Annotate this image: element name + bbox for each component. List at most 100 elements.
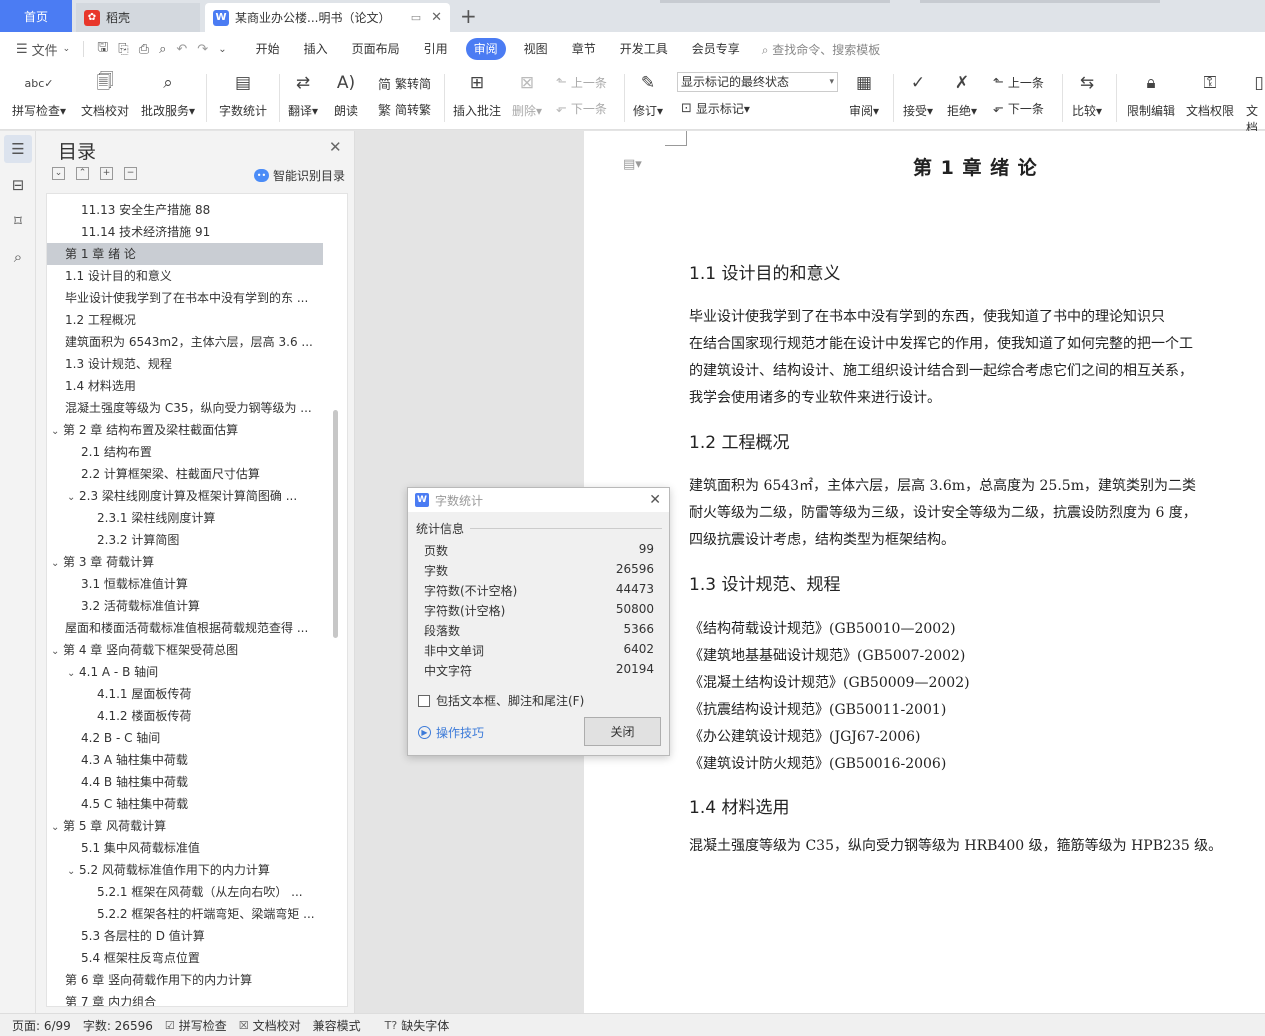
document-page[interactable] — [584, 131, 1265, 1013]
expand-caret-icon[interactable]: ⌄ — [51, 553, 63, 573]
toc-item[interactable]: ⌄ 第 4 章 竖向荷载下框架受荷总图 — [47, 639, 322, 661]
tab-document[interactable]: W 某商业办公楼...明书（论文） ▭ ✕ — [205, 3, 450, 32]
expand-caret-icon[interactable]: ⌄ — [67, 663, 79, 683]
toc-item[interactable]: 屋面和楼面活荷载标准值根据荷载规范查得 ... — [47, 617, 322, 639]
next-change-button[interactable]: ⬐ 下一条 — [993, 100, 1044, 117]
doc-proofread-button[interactable]: 🗐 文档校对 — [81, 70, 129, 119]
doc-more-button[interactable]: ▯ 文档 — [1246, 70, 1265, 136]
toc-item[interactable]: ⌄ 第 5 章 风荷载计算 — [47, 815, 322, 837]
close-icon[interactable]: ✕ — [649, 492, 661, 508]
word-count-indicator[interactable]: 字数: 26596 — [83, 1017, 153, 1034]
menu-tab-layout[interactable]: 页面布局 — [340, 38, 412, 60]
spellcheck-status[interactable]: ☑ 拼写检查 — [165, 1017, 227, 1034]
toc-item[interactable]: ⌄ 4.1 A - B 轴间 — [47, 661, 322, 683]
menu-tab-insert[interactable]: 插入 — [292, 38, 340, 60]
command-search[interactable]: ⌕ 查找命令、搜索模板 — [762, 41, 881, 58]
menu-tab-references[interactable]: 引用 — [412, 38, 460, 60]
toc-scrollbar[interactable] — [333, 410, 338, 638]
toc-icon[interactable]: ☰ — [4, 135, 32, 163]
toc-item[interactable]: 5.2.2 框架各柱的杆端弯矩、梁端弯矩 ... — [47, 903, 322, 925]
read-aloud-button[interactable]: A) 朗读 — [333, 70, 359, 119]
prev-comment-button[interactable]: ⬑ 上一条 — [556, 74, 607, 91]
toc-item[interactable]: 1.4 材料选用 — [47, 375, 322, 397]
collapse-all-icon[interactable]: ⌃ — [76, 167, 89, 180]
checkbox-box[interactable] — [418, 694, 430, 707]
screen-icon[interactable]: ▭ — [411, 11, 421, 24]
toc-item[interactable]: 2.3.2 计算简图 — [47, 529, 322, 551]
expand-caret-icon[interactable]: ⌄ — [51, 421, 63, 441]
markup-state-select[interactable]: 显示标记的最终状态 ▾ — [677, 72, 838, 92]
toc-item[interactable]: 第 6 章 竖向荷载作用下的内力计算 — [47, 969, 322, 991]
file-menu[interactable]: ☰ 文件 ⌄ — [12, 40, 79, 59]
toc-item[interactable]: 2.3.1 梁柱线刚度计算 — [47, 507, 322, 529]
doc-permission-button[interactable]: ⚿ 文档权限 — [1186, 70, 1234, 119]
toc-item[interactable]: 5.3 各层柱的 D 值计算 — [47, 925, 322, 947]
toc-item[interactable]: ⌄ 第 3 章 荷载计算 — [47, 551, 322, 573]
accept-button[interactable]: ✓ 接受▾ — [903, 70, 933, 119]
toc-item[interactable]: 4.4 B 轴柱集中荷载 — [47, 771, 322, 793]
toc-item[interactable]: 4.2 B - C 轴间 — [47, 727, 322, 749]
prev-change-button[interactable]: ⬑ 上一条 — [993, 74, 1044, 91]
toc-item[interactable]: ⌄ 第 2 章 结构布置及梁柱截面估算 — [47, 419, 322, 441]
toc-item[interactable]: ⌄ 2.3 梁柱线刚度计算及框架计算简图确 ... — [47, 485, 322, 507]
toc-item[interactable]: 1.3 设计规范、规程 — [47, 353, 322, 375]
save-icon[interactable]: 🖫 — [97, 38, 108, 60]
print-preview-icon[interactable]: ⌕ — [159, 42, 166, 57]
expand-all-icon[interactable]: ⌄ — [52, 167, 65, 180]
toc-item[interactable]: ⌄ 5.2 风荷载标准值作用下的内力计算 — [47, 859, 322, 881]
translate-button[interactable]: ⇄ 翻译▾ — [288, 70, 318, 119]
close-icon[interactable]: ✕ — [329, 138, 342, 156]
toc-item[interactable]: 5.4 框架柱反弯点位置 — [47, 947, 322, 969]
tips-link[interactable]: ▶ 操作技巧 — [418, 724, 484, 741]
next-comment-button[interactable]: ⬐ 下一条 — [556, 100, 607, 117]
simp-to-trad-button[interactable]: 繁 简转繁 — [378, 100, 431, 119]
menu-tab-section[interactable]: 章节 — [560, 38, 608, 60]
word-count-button[interactable]: ▤ 字数统计 — [219, 70, 267, 119]
export-pdf-icon[interactable]: ⎘ — [118, 42, 128, 57]
toc-item[interactable]: 混凝土强度等级为 C35，纵向受力钢等级为 ... — [47, 397, 322, 419]
compat-mode-status[interactable]: 兼容模式 — [313, 1017, 361, 1034]
delete-comment-button[interactable]: ⊠ 删除▾ — [512, 70, 542, 119]
proofread-status[interactable]: ☒ 文档校对 — [239, 1017, 301, 1034]
menu-tab-view[interactable]: 视图 — [512, 38, 560, 60]
tab-home[interactable]: 首页 — [0, 0, 72, 32]
trad-to-simp-button[interactable]: 简 繁转简 — [378, 74, 431, 93]
smart-toc-button[interactable]: •• 智能识别目录 — [254, 167, 345, 184]
page-indicator[interactable]: 页面: 6/99 — [12, 1017, 71, 1034]
toc-item[interactable]: 1.1 设计目的和意义 — [47, 265, 322, 287]
expand-caret-icon[interactable]: ⌄ — [67, 861, 79, 881]
spellcheck-button[interactable]: abc✓ 拼写检查▾ — [12, 70, 66, 119]
toc-item[interactable]: 4.3 A 轴柱集中荷载 — [47, 749, 322, 771]
toc-item[interactable]: 11.14 技术经济措施 91 — [47, 221, 322, 243]
menu-tab-start[interactable]: 开始 — [244, 38, 292, 60]
menu-tab-review[interactable]: 审阅 — [465, 38, 506, 60]
toc-item[interactable]: 5.2.1 框架在风荷载（从左向右吹） ... — [47, 881, 322, 903]
paragraph-options-icon[interactable]: ▤▾ — [623, 157, 642, 172]
undo-icon[interactable]: ↶ — [176, 42, 187, 57]
chapter-nav-icon[interactable]: ⊟ — [4, 171, 32, 199]
expand-caret-icon[interactable]: ⌄ — [51, 817, 63, 837]
reject-button[interactable]: ✗ 拒绝▾ — [947, 70, 977, 119]
expand-caret-icon[interactable]: ⌄ — [51, 641, 63, 661]
toc-item[interactable]: 2.1 结构布置 — [47, 441, 322, 463]
batch-service-button[interactable]: ⌕ 批改服务▾ — [141, 70, 195, 119]
include-textbox-checkbox[interactable]: 包括文本框、脚注和尾注(F) — [418, 692, 584, 709]
insert-comment-button[interactable]: ⊞ 插入批注 — [453, 70, 501, 119]
print-icon[interactable]: ⎙ — [139, 42, 149, 57]
expand-caret-icon[interactable]: ⌄ — [67, 487, 79, 507]
toc-item[interactable]: 4.1.2 楼面板传荷 — [47, 705, 322, 727]
toc-item[interactable]: 第 7 章 内力组合 — [47, 991, 322, 1006]
close-button[interactable]: 关闭 — [584, 717, 661, 746]
compare-button[interactable]: ⇆ 比较▾ — [1072, 70, 1102, 119]
toc-item[interactable]: 3.2 活荷载标准值计算 — [47, 595, 322, 617]
redo-icon[interactable]: ↷ — [197, 42, 208, 57]
add-heading-icon[interactable]: + — [100, 167, 113, 180]
toc-item[interactable]: 第 1 章 绪 论 — [47, 243, 323, 265]
revise-button[interactable]: ✎ 修订▾ — [633, 70, 663, 119]
new-tab-icon[interactable]: + — [460, 4, 477, 28]
missing-font-status[interactable]: T? 缺失字体 — [385, 1017, 450, 1034]
toc-item[interactable]: 建筑面积为 6543m2，主体六层，层高 3.6 ... — [47, 331, 322, 353]
tab-docer[interactable]: ✿ 稻壳 — [76, 3, 200, 32]
customize-icon[interactable]: ⌄ — [218, 44, 226, 55]
search-icon[interactable]: ⌕ — [4, 243, 32, 271]
